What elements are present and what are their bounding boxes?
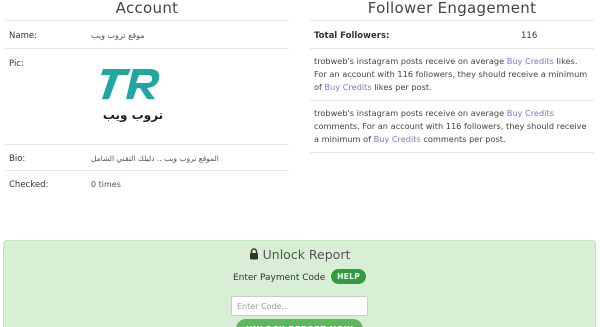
account-name-row: Name: موقع تروب ويب <box>5 21 289 49</box>
comments-text-3: comments per post. <box>420 134 506 144</box>
payment-code-row: Enter Payment Code HELP <box>4 269 595 284</box>
payment-code-label: Enter Payment Code <box>232 273 326 283</box>
logo-arabic-text: تروب ويب <box>103 108 163 123</box>
total-followers-value: 116 <box>521 31 538 41</box>
bio-value: الموقع تروب ويب .. دليلك التقني الشامل <box>91 154 219 163</box>
buy-credits-link[interactable]: Buy Credits <box>507 108 554 118</box>
buy-credits-link[interactable]: Buy Credits <box>507 56 554 66</box>
checked-value: 0 times <box>91 180 121 189</box>
profile-logo: تروب ويب <box>97 61 169 125</box>
buy-credits-link[interactable]: Buy Credits <box>325 82 372 92</box>
name-value: موقع تروب ويب <box>91 31 145 40</box>
payment-code-input[interactable] <box>231 296 368 316</box>
name-label: Name: <box>9 31 37 41</box>
total-followers-label: Total Followers: <box>314 31 390 41</box>
total-followers-row: Total Followers: 116 <box>310 21 594 49</box>
unlock-report-title: Unlock Report <box>262 247 351 262</box>
account-title: Account <box>5 0 289 21</box>
page: Account Name: موقع تروب ويب Pic: تروب وي… <box>0 0 600 327</box>
comments-paragraph: trobweb's instagram posts receive on ave… <box>314 107 592 146</box>
comments-text-1: trobweb's instagram posts receive on ave… <box>314 108 507 118</box>
bio-label: Bio: <box>9 154 26 164</box>
likes-text-1: trobweb's instagram posts receive on ave… <box>314 56 507 66</box>
account-pic-row: Pic: تروب ويب <box>5 49 289 145</box>
checked-label: Checked: <box>9 180 49 190</box>
buy-credits-link[interactable]: Buy Credits <box>374 134 421 144</box>
account-checked-row: Checked: 0 times <box>5 171 289 199</box>
likes-text-3: likes per post. <box>371 82 432 92</box>
unlock-report-button[interactable]: UNLOCK REPORT NOW <box>236 319 363 327</box>
likes-engagement-row: trobweb's instagram posts receive on ave… <box>310 49 594 101</box>
comments-engagement-row: trobweb's instagram posts receive on ave… <box>310 101 594 153</box>
likes-paragraph: trobweb's instagram posts receive on ave… <box>314 55 592 94</box>
account-bio-row: Bio: الموقع تروب ويب .. دليلك التقني الش… <box>5 145 289 171</box>
account-section: Account Name: موقع تروب ويب Pic: تروب وي… <box>5 0 289 190</box>
trobweb-logo-icon: تروب ويب <box>101 69 163 123</box>
unlock-report-panel: Unlock Report Enter Payment Code HELP UN… <box>3 240 596 327</box>
help-button[interactable]: HELP <box>331 269 367 284</box>
unlock-report-heading: Unlock Report <box>4 247 595 263</box>
engagement-title: Follower Engagement <box>310 0 594 21</box>
lock-icon <box>249 248 259 263</box>
engagement-section: Follower Engagement Total Followers: 116… <box>310 0 594 153</box>
pic-label: Pic: <box>9 59 24 69</box>
